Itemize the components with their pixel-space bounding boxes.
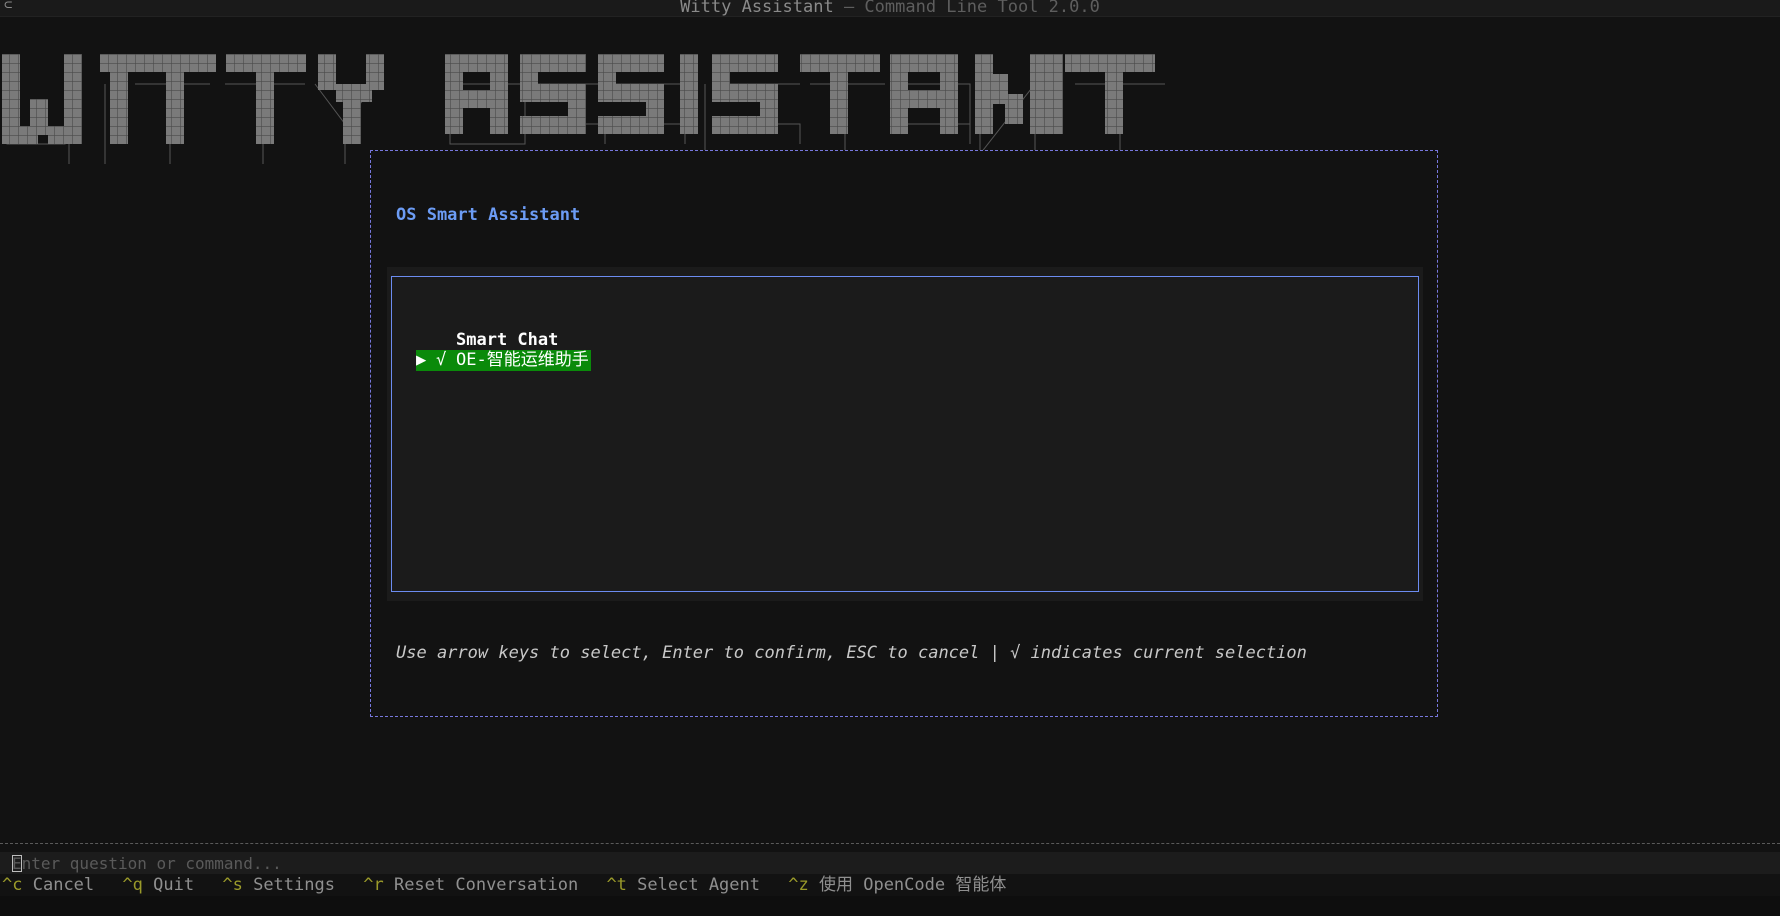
agent-option-smart-chat[interactable]: Smart Chat <box>416 330 558 351</box>
agent-option-label: Smart Chat <box>456 330 559 350</box>
text-cursor <box>12 855 22 872</box>
input-separator <box>0 843 1780 844</box>
shortcut-quit[interactable]: ^q Quit <box>122 874 194 896</box>
shortcut-reset-conversation[interactable]: ^r Reset Conversation <box>363 874 578 896</box>
agent-option-label: OE-智能运维助手 <box>456 350 589 370</box>
agent-list-container: Smart Chat ▶ √ OE-智能运维助手 <box>387 267 1423 601</box>
window-title-sub: Command Line Tool 2.0.0 <box>864 0 1100 17</box>
shortcut-select-agent[interactable]: ^t Select Agent <box>606 874 760 896</box>
shortcut-key: ^z <box>788 875 809 895</box>
shortcut-key: ^r <box>363 875 384 895</box>
command-input-row <box>0 852 1780 874</box>
agent-option-oe-assistant[interactable]: ▶ √ OE-智能运维助手 <box>416 350 591 371</box>
shortcut-key: ^c <box>2 875 23 895</box>
shortcut-label: Select Agent <box>637 875 760 895</box>
window-title-sep: — <box>833 0 865 17</box>
dialog-title: OS Smart Assistant <box>396 205 581 225</box>
shortcut-label: Cancel <box>32 875 95 895</box>
shortcut-key: ^t <box>606 875 627 895</box>
checkmark-icon: √ <box>436 350 447 370</box>
shortcut-bar: ^c Cancel ^q Quit ^s Settings ^r Reset C… <box>2 874 1024 896</box>
window-titlebar: ⊂ Witty Assistant — Command Line Tool 2.… <box>0 0 1780 17</box>
shortcut-opencode-agent[interactable]: ^z 使用 OpenCode 智能体 <box>788 874 1006 896</box>
command-input[interactable] <box>12 852 1712 874</box>
shortcut-key: ^q <box>122 875 143 895</box>
shortcut-label: Reset Conversation <box>393 875 579 895</box>
shortcut-key: ^s <box>222 875 243 895</box>
window-title: Witty Assistant — Command Line Tool 2.0.… <box>0 0 1780 17</box>
shortcut-label: Quit <box>153 875 195 895</box>
shortcut-settings[interactable]: ^s Settings <box>222 874 335 896</box>
dialog-hint: Use arrow keys to select, Enter to confi… <box>396 643 1307 663</box>
shortcut-label: 使用 OpenCode 智能体 <box>818 875 1007 895</box>
agent-list[interactable]: Smart Chat ▶ √ OE-智能运维助手 <box>391 276 1419 592</box>
shortcut-label: Settings <box>253 875 335 895</box>
selection-pointer-icon: ▶ <box>416 350 427 370</box>
shortcut-cancel[interactable]: ^c Cancel <box>2 874 94 896</box>
agent-select-dialog: OS Smart Assistant Smart Chat ▶ √ OE-智能运维助… <box>370 150 1438 717</box>
terminal-screen: ⊂ Witty Assistant — Command Line Tool 2.… <box>0 0 1780 916</box>
bottom-strip <box>0 896 1780 916</box>
window-title-main: Witty Assistant <box>680 0 834 17</box>
